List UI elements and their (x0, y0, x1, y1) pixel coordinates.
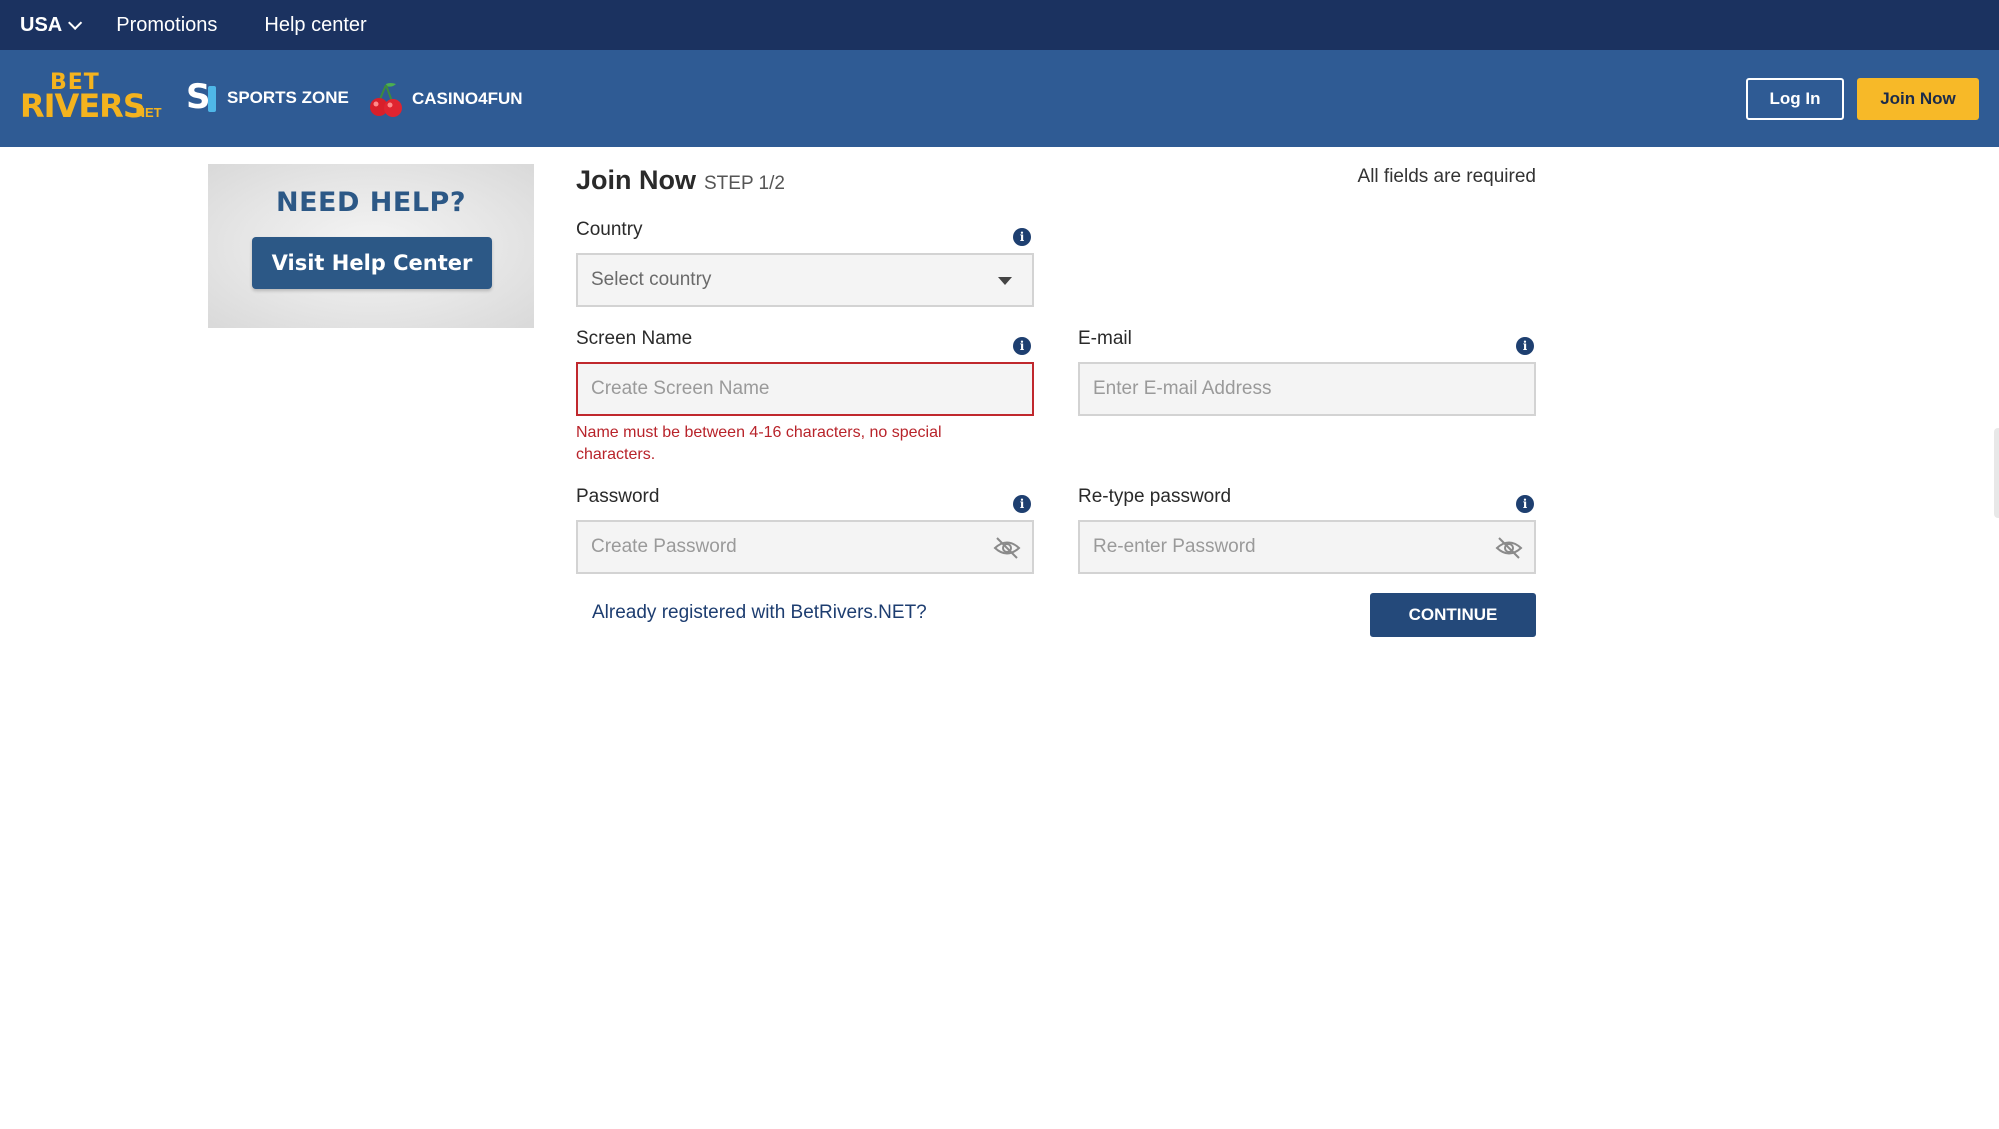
promotions-link[interactable]: Promotions (116, 14, 217, 37)
page-title: Join Now STEP 1/2 (576, 165, 785, 196)
logo-text-rivers: RIVERS (20, 87, 146, 125)
retype-password-field-wrapper (1078, 520, 1536, 574)
country-info-icon[interactable]: i (1013, 228, 1031, 246)
retype-password-info-icon[interactable]: i (1516, 495, 1534, 513)
side-feedback-tab[interactable] (1994, 428, 1999, 518)
password-input[interactable] (591, 536, 991, 558)
caret-down-icon (998, 277, 1012, 285)
email-field-wrapper (1078, 362, 1536, 416)
country-label: Country (576, 219, 643, 240)
password-info-icon[interactable]: i (1013, 495, 1031, 513)
join-now-button[interactable]: Join Now (1857, 78, 1979, 120)
login-button[interactable]: Log In (1746, 78, 1844, 120)
email-info-icon[interactable]: i (1516, 337, 1534, 355)
cherry-icon (370, 83, 402, 117)
need-help-title: NEED HELP? (276, 187, 466, 218)
already-registered-link[interactable]: Already registered with BetRivers.NET? (592, 602, 927, 624)
step-indicator: STEP 1/2 (704, 173, 785, 194)
password-field-wrapper (576, 520, 1034, 574)
logo-text-net: .NET (132, 105, 162, 120)
help-center-link[interactable]: Help center (264, 14, 366, 37)
chevron-down-icon (68, 15, 83, 30)
screen-name-info-icon[interactable]: i (1013, 337, 1031, 355)
sports-zone-link[interactable]: S SPORTS ZONE (186, 78, 349, 116)
email-label: E-mail (1078, 328, 1132, 349)
casino4fun-link[interactable]: CASINO4FUN (368, 80, 523, 118)
screen-name-error: Name must be between 4-16 characters, no… (576, 424, 942, 463)
region-selector[interactable]: USA (20, 13, 83, 37)
main-header: BET RIVERS .NET S SPORTS ZONE CASINO4FUN… (0, 50, 1999, 147)
email-input[interactable] (1093, 378, 1493, 400)
betrivers-logo[interactable]: BET RIVERS .NET (20, 72, 162, 125)
sports-zone-label: SPORTS ZONE (227, 88, 349, 107)
eye-hidden-icon[interactable] (992, 536, 1022, 560)
region-label: USA (20, 13, 63, 36)
sports-zone-icon: S (186, 78, 218, 116)
retype-password-label: Re-type password (1078, 486, 1232, 507)
eye-hidden-icon[interactable] (1494, 536, 1524, 560)
form-title: Join Now (576, 165, 696, 195)
retype-password-input[interactable] (1093, 536, 1493, 558)
screen-name-label: Screen Name (576, 328, 693, 349)
visit-help-center-button[interactable]: Visit Help Center (252, 237, 492, 289)
need-help-banner: NEED HELP? Visit Help Center (208, 164, 534, 328)
required-note: All fields are required (1357, 166, 1536, 187)
top-bar: USA Promotions Help center (0, 0, 1999, 50)
casino4fun-label: CASINO4FUN (412, 89, 523, 108)
country-select[interactable]: Select country (576, 253, 1034, 307)
screen-name-input[interactable] (591, 378, 991, 400)
continue-button[interactable]: CONTINUE (1370, 593, 1536, 637)
password-label: Password (576, 486, 660, 507)
screen-name-field-wrapper (576, 362, 1034, 416)
country-select-value: Select country (591, 269, 712, 290)
